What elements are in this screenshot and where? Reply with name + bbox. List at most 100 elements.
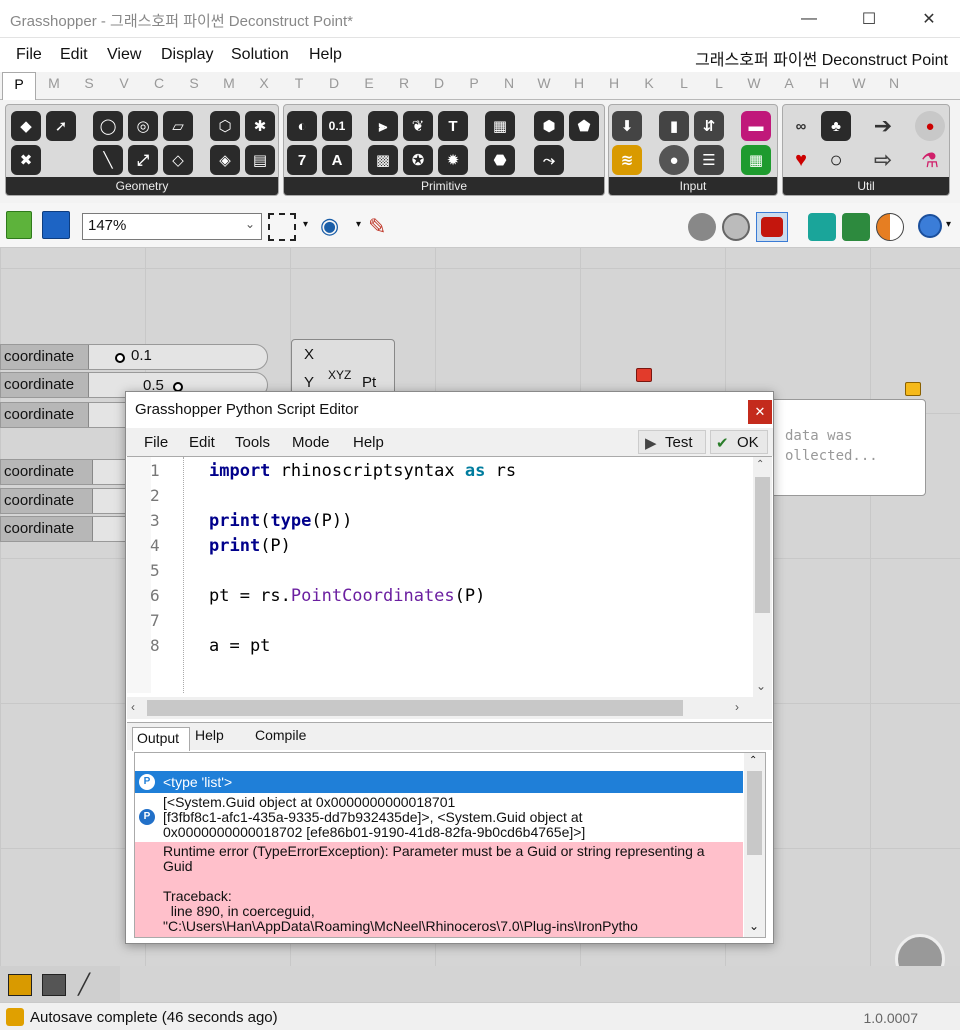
code-scroll-thumb[interactable] (755, 477, 770, 613)
boolean-icon[interactable]: ◐ (287, 111, 317, 141)
tab-w2[interactable]: W (737, 75, 771, 91)
mesh-icon[interactable]: ✱ (245, 111, 275, 141)
ok-button[interactable]: ✔ OK (710, 430, 768, 454)
tab-l[interactable]: L (667, 75, 701, 91)
menu-display[interactable]: Display (161, 46, 213, 64)
editor-menu-edit[interactable]: Edit (189, 434, 215, 451)
error-block[interactable]: Runtime error (TypeErrorException): Para… (135, 842, 743, 937)
ring-icon[interactable]: ○ (821, 145, 851, 175)
code-horizontal-scrollbar[interactable]: ‹ › (127, 697, 772, 719)
tab-compile[interactable]: Compile (255, 727, 306, 743)
tab-e[interactable]: E (352, 75, 386, 91)
toggle-icon[interactable]: ▮ (659, 111, 689, 141)
geometry-panel-label[interactable]: Geometry (6, 177, 278, 195)
number-slider[interactable]: coordinate 0.1 (0, 344, 268, 370)
output-console[interactable]: P <type 'list'> P [<System.Guid object a… (134, 752, 766, 938)
sketch-icon[interactable]: ✎ (368, 213, 396, 241)
pen-icon[interactable]: ╱ (78, 972, 90, 997)
slider-knob[interactable] (115, 353, 125, 363)
code-hscroll-thumb[interactable] (147, 700, 683, 716)
output-scroll-thumb[interactable] (747, 771, 762, 855)
tab-help[interactable]: Help (195, 727, 224, 743)
tab-surface[interactable]: S (177, 75, 211, 91)
fit-icon[interactable]: ❦ (403, 111, 433, 141)
canvas-navigator-icon[interactable] (895, 934, 945, 966)
sphere-icon[interactable] (918, 214, 942, 238)
close-window-button[interactable]: ✕ (906, 0, 952, 38)
curve-icon[interactable]: ⤢ (128, 145, 158, 175)
point-icon[interactable]: ➚ (46, 111, 76, 141)
open-file-icon[interactable] (6, 211, 32, 239)
editor-menu-file[interactable]: File (144, 434, 168, 451)
scroll-left-icon[interactable]: ‹ (131, 700, 135, 714)
tab-curve[interactable]: C (142, 75, 176, 91)
arrow-outline-icon[interactable]: ⇨ (868, 145, 898, 175)
tab-n[interactable]: N (492, 75, 526, 91)
surface-icon[interactable]: ◈ (210, 145, 240, 175)
number-icon[interactable]: 0.1 (322, 111, 352, 141)
output-row-selected[interactable]: P <type 'list'> (135, 771, 743, 793)
tab-intersect[interactable]: X (247, 75, 281, 91)
tab-d[interactable]: D (422, 75, 456, 91)
scroll-up-icon[interactable]: ⌃ (756, 459, 764, 470)
matrix-icon[interactable]: ▦ (485, 111, 515, 141)
dropdown-arrow-icon-3[interactable]: ▾ (946, 219, 951, 230)
text-icon[interactable]: T (438, 111, 468, 141)
scroll-down-icon[interactable]: ⌄ (756, 679, 766, 693)
tree-icon[interactable]: ♣ (821, 111, 851, 141)
tab-p[interactable]: P (457, 75, 491, 91)
tab-r[interactable]: R (387, 75, 421, 91)
line-icon[interactable]: ╲ (93, 145, 123, 175)
editor-menu-mode[interactable]: Mode (292, 434, 330, 451)
gallery-icon[interactable]: ▦ (741, 145, 771, 175)
field-icon[interactable]: ▤ (245, 145, 275, 175)
slider-icon[interactable]: ⇵ (694, 111, 724, 141)
domain-icon[interactable]: ⫸ (368, 111, 398, 141)
tab-maths[interactable]: M (37, 75, 71, 91)
cherry-icon[interactable]: ♥ (786, 145, 816, 175)
output-scrollbar[interactable]: ⌃ ⌄ (744, 753, 765, 937)
flask-icon[interactable]: ⚗ (915, 145, 945, 175)
tab-sets[interactable]: S (72, 75, 106, 91)
tab-h3[interactable]: H (807, 75, 841, 91)
zoom-select[interactable]: 147% ⌄ (82, 213, 262, 240)
menu-help[interactable]: Help (309, 46, 342, 64)
arrow-right-icon[interactable]: ➔ (868, 111, 898, 141)
code-editor[interactable]: 1 import rhinoscriptsyntax as rs 2 3 print(t… (127, 456, 772, 719)
menu-view[interactable]: View (107, 46, 141, 64)
list-icon[interactable]: ☰ (694, 145, 724, 175)
graph-icon[interactable]: ≋ (612, 145, 642, 175)
group-icon[interactable]: ✖ (11, 145, 41, 175)
tab-w[interactable]: W (527, 75, 561, 91)
button-icon[interactable]: ● (659, 145, 689, 175)
dropdown-arrow-icon-2[interactable]: ▾ (356, 219, 361, 230)
cull-icon[interactable]: ▩ (368, 145, 398, 175)
primitive-panel-label[interactable]: Primitive (284, 177, 604, 195)
construct-point-node[interactable]: X Y XYZ Pt (291, 339, 395, 399)
tab-vector[interactable]: V (107, 75, 141, 91)
tab-n2[interactable]: N (877, 75, 911, 91)
graph-icon[interactable] (8, 974, 32, 996)
selected-only-icon[interactable] (808, 213, 836, 241)
glasses-icon[interactable]: ∞ (786, 111, 816, 141)
integer-icon[interactable]: 7 (287, 145, 317, 175)
scroll-right-icon[interactable]: › (735, 700, 739, 714)
tab-mesh[interactable]: M (212, 75, 246, 91)
box-icon[interactable]: ▱ (163, 111, 193, 141)
gradient-icon[interactable]: ▬ (741, 111, 771, 141)
maximize-button[interactable]: ☐ (846, 0, 892, 38)
wire-icon[interactable]: ⤳ (534, 145, 564, 175)
hexagon-icon[interactable]: ⬣ (485, 145, 515, 175)
input-panel-label[interactable]: Input (609, 177, 777, 195)
arc-icon[interactable]: ◎ (128, 111, 158, 141)
scroll-down-icon[interactable]: ⌄ (749, 919, 759, 933)
string-icon[interactable]: A (322, 145, 352, 175)
scroll-up-icon[interactable]: ⌃ (749, 755, 757, 766)
menu-file[interactable]: File (16, 46, 42, 64)
preview-wire-icon[interactable] (722, 213, 750, 241)
util-panel-label[interactable]: Util (783, 177, 949, 195)
circle-icon[interactable]: ◯ (93, 111, 123, 141)
tab-w3[interactable]: W (842, 75, 876, 91)
material-icon[interactable] (876, 213, 904, 241)
panel-component[interactable]: data was ollected... (760, 399, 926, 496)
